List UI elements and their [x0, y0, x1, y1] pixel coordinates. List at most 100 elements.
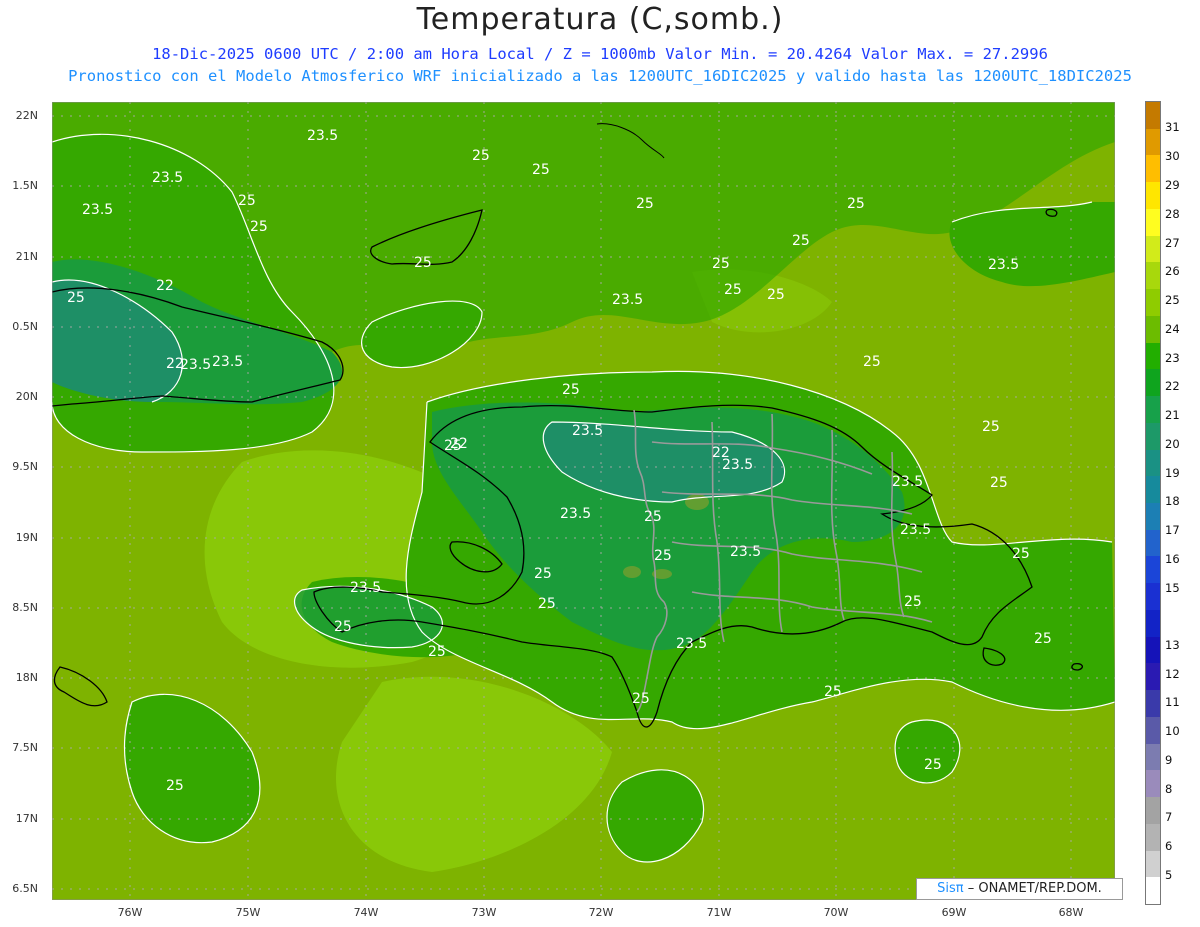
contour-label: 25	[534, 566, 552, 582]
lon-label: 74W	[353, 906, 379, 919]
color-scale-swatch	[1146, 770, 1160, 798]
color-scale-swatch	[1146, 102, 1160, 130]
color-scale-label: 6	[1165, 839, 1173, 853]
color-scale-swatch	[1146, 235, 1160, 263]
color-scale-label: 5	[1165, 868, 1173, 882]
color-scale-label: 22	[1165, 379, 1180, 393]
lon-label: 71W	[706, 906, 732, 919]
sispi-logo: Sisπ	[937, 881, 964, 896]
map-title: Temperatura (C,somb.)	[416, 2, 784, 37]
contour-label: 23.5	[82, 202, 113, 218]
contour-label: 25	[1034, 631, 1052, 647]
lat-label: 8.5N	[12, 601, 38, 614]
contour-label: 25	[767, 287, 785, 303]
color-scale-swatch	[1146, 636, 1160, 664]
map-subtitle-datetime: 18-Dic-2025 0600 UTC / 2:00 am Hora Loca…	[152, 45, 1048, 63]
contour-label: 23.5	[350, 580, 381, 596]
color-scale-label: 26	[1165, 264, 1180, 278]
contour-label: 23.5	[988, 257, 1019, 273]
color-scale-swatch	[1146, 182, 1160, 210]
contour-label: 25	[724, 282, 742, 298]
contour-label: 25	[990, 475, 1008, 491]
lon-label: 70W	[823, 906, 849, 919]
color-scale-label: 21	[1165, 408, 1180, 422]
color-scale-swatch	[1146, 155, 1160, 183]
contour-label: 25	[982, 419, 1000, 435]
map-subtitle-model-info: Pronostico con el Modelo Atmosferico WRF…	[68, 67, 1132, 85]
color-scale-swatch	[1146, 663, 1160, 691]
contour-label: 25	[538, 596, 556, 612]
contour-label: 25	[792, 233, 810, 249]
color-scale-label: 23	[1165, 351, 1180, 365]
color-scale-label: 13	[1165, 638, 1180, 652]
lat-label: 20N	[15, 390, 38, 403]
contour-label: 25	[863, 354, 881, 370]
color-scale-label: 7	[1165, 810, 1173, 824]
contour-label: 23.5	[572, 423, 603, 439]
contour-label: 25	[250, 219, 268, 235]
lat-label: 7.5N	[12, 741, 38, 754]
lon-label: 75W	[235, 906, 261, 919]
color-scale-swatch	[1146, 609, 1160, 638]
contour-label: 25	[166, 778, 184, 794]
contour-label: 23.5	[892, 474, 923, 490]
color-scale-swatch	[1146, 262, 1160, 290]
contour-label: 25	[924, 757, 942, 773]
contour-label: 23.5	[180, 357, 211, 373]
color-scale-swatch	[1146, 422, 1160, 451]
color-scale-label: 24	[1165, 322, 1180, 336]
color-scale-swatch	[1146, 503, 1160, 531]
color-scale-swatch	[1146, 716, 1160, 745]
color-scale-swatch	[1146, 342, 1160, 370]
contour-label: 25	[67, 290, 85, 306]
contour-label: 23.5	[212, 354, 243, 370]
lat-label: 6.5N	[12, 882, 38, 895]
lat-label: 21N	[15, 250, 38, 263]
contour-label: 25	[238, 193, 256, 209]
color-scale-swatch	[1146, 556, 1160, 584]
contour-label: 23.5	[722, 457, 753, 473]
lat-label: 1.5N	[12, 179, 38, 192]
color-scale-swatch	[1146, 369, 1160, 397]
color-scale-swatch	[1146, 850, 1160, 878]
color-scale-label: 8	[1165, 782, 1173, 796]
color-scale-swatch	[1146, 476, 1160, 504]
lat-label: 17N	[15, 812, 38, 825]
contour-label: 25	[824, 684, 842, 700]
contour-label: 25	[644, 509, 662, 525]
color-scale-swatch	[1146, 315, 1160, 344]
color-scale-label: 11	[1165, 695, 1180, 709]
contour-label: 23.5	[152, 170, 183, 186]
color-scale-swatch	[1146, 797, 1160, 825]
lon-label: 69W	[941, 906, 967, 919]
color-scale-swatch	[1146, 743, 1160, 771]
color-scale-label: 12	[1165, 667, 1180, 681]
lat-label: 9.5N	[12, 460, 38, 473]
contour-label: 25	[632, 691, 650, 707]
color-scale-swatch	[1146, 690, 1160, 718]
color-scale-swatch	[1146, 823, 1160, 852]
color-scale-swatch	[1146, 208, 1160, 237]
color-scale-label: 16	[1165, 552, 1180, 566]
contour-label: 25	[472, 148, 490, 164]
contour-label: 25	[414, 255, 432, 271]
color-scale-swatch	[1146, 449, 1160, 477]
contour-label: 25	[532, 162, 550, 178]
lat-label: 18N	[15, 671, 38, 684]
color-scale-label: 27	[1165, 236, 1180, 250]
contour-label: 25	[654, 548, 672, 564]
color-scale-label: 9	[1165, 753, 1173, 767]
contour-label: 23.5	[730, 544, 761, 560]
color-scale-label: 17	[1165, 523, 1180, 537]
contour-label: 25	[847, 196, 865, 212]
lat-label: 19N	[15, 531, 38, 544]
color-scale-swatch	[1146, 529, 1160, 557]
lon-label: 73W	[471, 906, 497, 919]
contour-label: 25	[428, 644, 446, 660]
lon-label: 68W	[1058, 906, 1084, 919]
contour-label: 25	[562, 382, 580, 398]
color-scale-swatch	[1146, 396, 1160, 424]
credit-text: – ONAMET/REP.DOM.	[967, 881, 1102, 896]
color-scale-legend	[1145, 101, 1161, 905]
color-scale-label: 31	[1165, 120, 1180, 134]
